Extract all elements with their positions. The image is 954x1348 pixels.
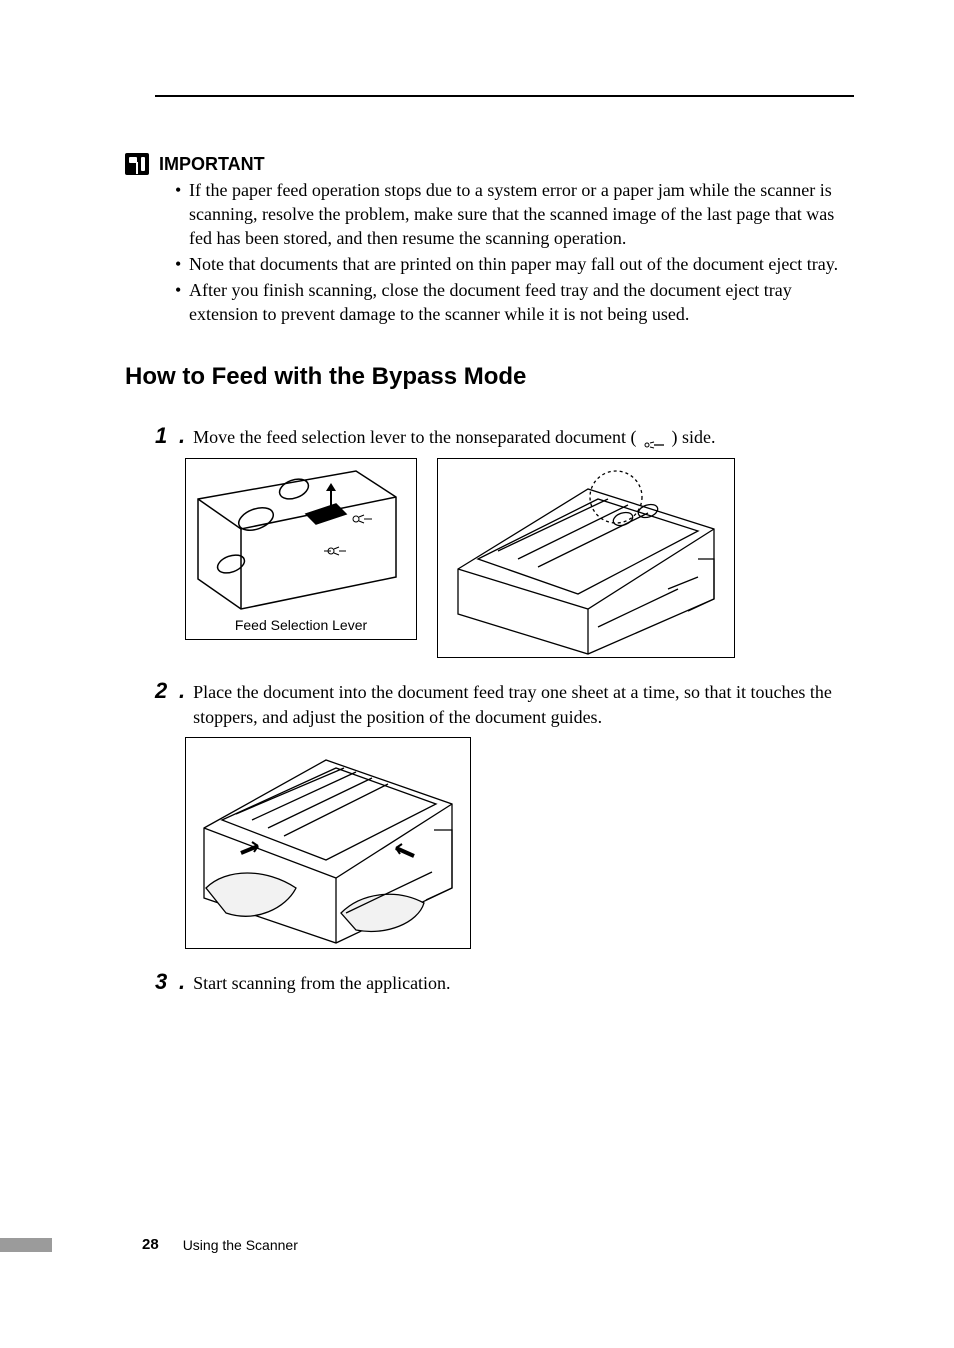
step-3: 3. Start scanning from the application. xyxy=(155,967,854,997)
step-number: 1 xyxy=(155,421,177,451)
step-dot: . xyxy=(179,967,185,997)
step-number: 3 xyxy=(155,967,177,997)
figure-caption: Feed Selection Lever xyxy=(235,613,367,639)
step-body: Move the feed selection lever to the non… xyxy=(193,425,854,449)
bullet-item: After you finish scanning, close the doc… xyxy=(175,279,854,327)
footer-accent-bar xyxy=(0,1238,52,1252)
bullet-item: Note that documents that are printed on … xyxy=(175,253,854,277)
step-dot: . xyxy=(179,676,185,706)
figure-feed-selection-lever: Feed Selection Lever xyxy=(185,458,417,640)
section-heading: How to Feed with the Bypass Mode xyxy=(125,363,854,391)
header-rule xyxy=(155,95,854,97)
step-1-figures: Feed Selection Lever xyxy=(185,458,854,658)
page-number: 28 xyxy=(142,1236,159,1253)
page-footer: 28 Using the Scanner xyxy=(0,1236,954,1253)
important-label: IMPORTANT xyxy=(159,154,265,175)
figure-place-document xyxy=(185,737,471,949)
step-body: Place the document into the document fee… xyxy=(193,680,854,729)
footer-chapter-label: Using the Scanner xyxy=(183,1237,298,1253)
important-icon xyxy=(125,153,149,175)
nonseparated-document-icon xyxy=(643,433,665,445)
important-header: IMPORTANT xyxy=(125,153,854,175)
step-text-part: ) side. xyxy=(671,427,715,447)
step-1: 1. Move the feed selection lever to the … xyxy=(155,421,854,451)
step-dot: . xyxy=(179,421,185,451)
step-number: 2 xyxy=(155,676,177,706)
step-2: 2. Place the document into the document … xyxy=(155,676,854,729)
important-bullets: If the paper feed operation stops due to… xyxy=(155,179,854,327)
step-text-part: Move the feed selection lever to the non… xyxy=(193,427,636,447)
step-body: Start scanning from the application. xyxy=(193,971,854,995)
figure-scanner-lever-location xyxy=(437,458,735,658)
bullet-item: If the paper feed operation stops due to… xyxy=(175,179,854,251)
